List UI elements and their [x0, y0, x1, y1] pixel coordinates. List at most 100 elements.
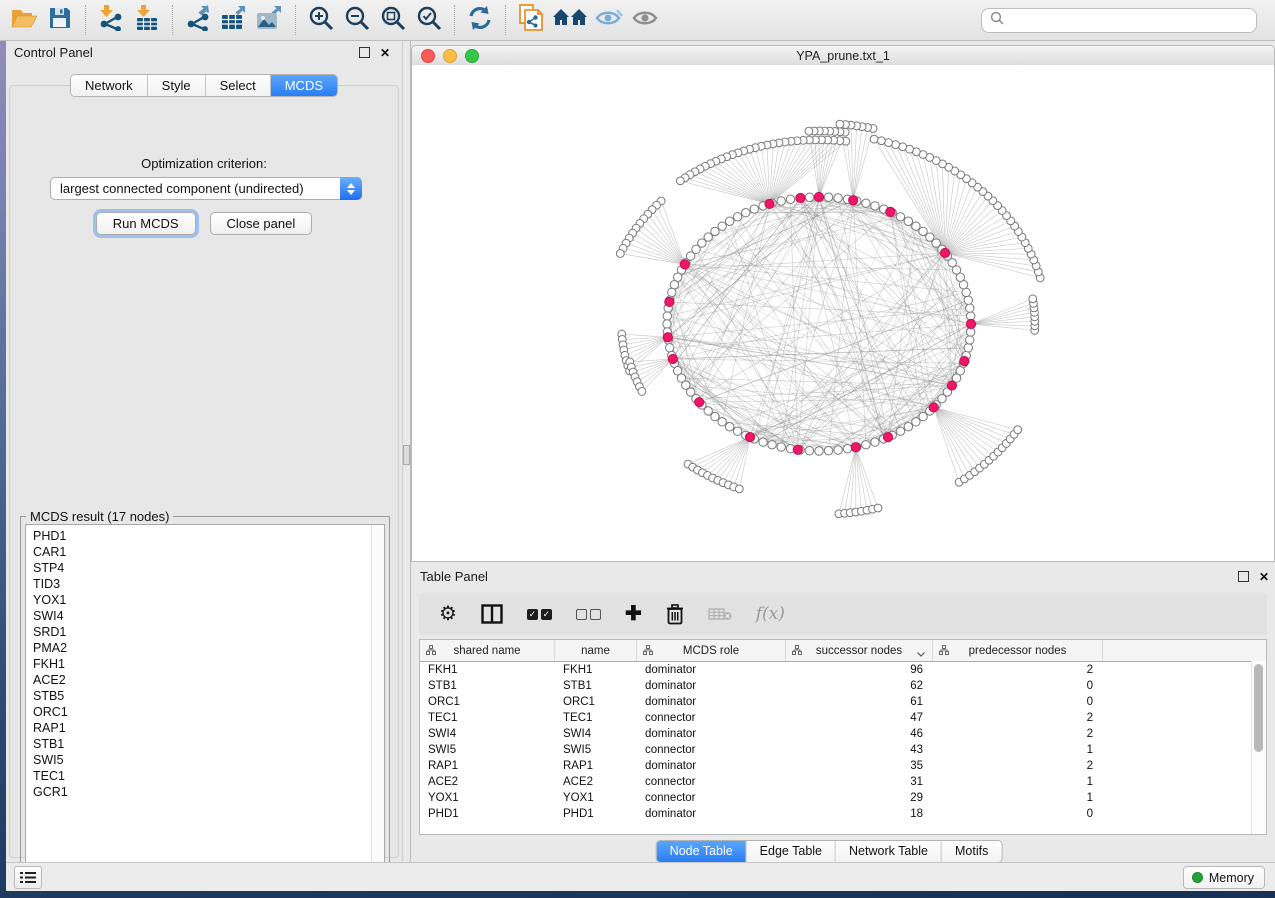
zoom-out-button[interactable] [339, 4, 375, 36]
mcds-node-item[interactable]: TID3 [33, 576, 384, 592]
mcds-result-list[interactable]: PHD1CAR1STP4TID3YOX1SWI4SRD1PMA2FKH1ACE2… [25, 524, 385, 879]
mcds-node-item[interactable]: ACE2 [33, 672, 384, 688]
cell-successor-nodes: 47 [786, 712, 933, 724]
mcds-node-item[interactable]: CAR1 [33, 544, 384, 560]
refresh-button[interactable] [462, 4, 498, 36]
float-table-panel-icon[interactable] [1238, 571, 1249, 582]
table-panel-tabs: Node TableEdge TableNetwork TableMotifs [656, 840, 1003, 863]
mcds-node-item[interactable]: PHD1 [33, 528, 384, 544]
global-search-field[interactable] [981, 8, 1257, 33]
table-row[interactable]: YOX1YOX1connector291 [420, 790, 1266, 806]
column-header-predecessor-nodes[interactable]: predecessor nodes [933, 640, 1103, 661]
tab-mcds[interactable]: MCDS [271, 75, 337, 96]
cell-successor-nodes: 31 [786, 776, 933, 788]
column-header-successor-nodes[interactable]: successor nodes [786, 640, 933, 661]
import-table-button[interactable] [129, 4, 165, 36]
mcds-node-item[interactable]: SWI4 [33, 608, 384, 624]
hide-selected-button[interactable] [591, 4, 627, 36]
task-history-button[interactable] [14, 866, 42, 889]
mcds-node-item[interactable]: FKH1 [33, 656, 384, 672]
table-row[interactable]: SWI5SWI5connector431 [420, 742, 1266, 758]
export-network-button[interactable] [180, 4, 216, 36]
search-input[interactable] [1009, 12, 1256, 28]
mcds-node-item[interactable]: STP4 [33, 560, 384, 576]
table-row[interactable]: ACE2ACE2connector311 [420, 774, 1266, 790]
tab-select[interactable]: Select [206, 75, 271, 96]
deselect-all-columns-button[interactable] [576, 601, 601, 627]
column-header-MCDS-role[interactable]: MCDS role [637, 640, 786, 661]
mcds-node-item[interactable]: SWI5 [33, 752, 384, 768]
table-row[interactable]: RAP1RAP1dominator352 [420, 758, 1266, 774]
column-settings-button[interactable]: ⚙ [439, 601, 457, 627]
import-network-button[interactable] [93, 4, 129, 36]
mcds-node-item[interactable]: STB1 [33, 736, 384, 752]
list-icon [20, 871, 36, 884]
delete-table-button[interactable] [708, 601, 732, 627]
table-scrollbar[interactable] [1251, 661, 1266, 834]
column-header-name[interactable]: name [555, 640, 637, 661]
refresh-icon [467, 6, 493, 35]
tab-style[interactable]: Style [148, 75, 206, 96]
tab-motifs[interactable]: Motifs [942, 841, 1001, 862]
cell-shared-name: SWI4 [420, 728, 555, 740]
run-mcds-button[interactable]: Run MCDS [96, 212, 196, 235]
export-image-button[interactable] [252, 4, 288, 36]
tab-network[interactable]: Network [71, 75, 148, 96]
close-panel-icon[interactable]: ✕ [380, 48, 390, 58]
tab-network-table[interactable]: Network Table [836, 841, 942, 862]
table-row[interactable]: FKH1FKH1dominator962 [420, 662, 1266, 678]
cell-predecessor-nodes: 2 [933, 664, 1103, 676]
duplicate-network-button[interactable] [513, 4, 549, 36]
close-table-panel-icon[interactable]: ✕ [1259, 572, 1269, 582]
vertical-splitter[interactable] [402, 41, 411, 862]
split-view-button[interactable] [481, 601, 503, 627]
mcds-list-scrollbar[interactable] [371, 525, 384, 878]
export-table-button[interactable] [216, 4, 252, 36]
cell-successor-nodes: 35 [786, 760, 933, 772]
mcds-node-item[interactable]: SRD1 [33, 624, 384, 640]
float-panel-icon[interactable] [359, 47, 370, 58]
checked-box-icon: ✓ [541, 609, 552, 620]
table-row[interactable]: PHD1PHD1dominator180 [420, 806, 1266, 822]
tab-edge-table[interactable]: Edge Table [747, 841, 836, 862]
mcds-node-item[interactable]: YOX1 [33, 592, 384, 608]
open-file-button[interactable] [6, 4, 42, 36]
optimization-criterion-dropdown[interactable]: largest connected component (undirected) [50, 177, 362, 200]
function-builder-button[interactable]: f(x) [756, 601, 785, 627]
column-label: shared name [453, 645, 520, 657]
home-layouts-icon[interactable] [549, 4, 591, 36]
zoom-selected-button[interactable] [411, 4, 447, 36]
zoom-fit-button[interactable] [375, 4, 411, 36]
network-window-titlebar[interactable]: YPA_prune.txt_1 [412, 46, 1274, 66]
column-type-icon [643, 645, 653, 658]
table-row[interactable]: TEC1TEC1connector472 [420, 710, 1266, 726]
network-graph[interactable] [412, 65, 1274, 561]
tab-node-table[interactable]: Node Table [657, 841, 747, 862]
network-canvas[interactable] [412, 65, 1274, 561]
add-column-button[interactable]: ✚ [625, 601, 642, 627]
control-panel-tabs: NetworkStyleSelectMCDS [70, 74, 338, 97]
network-window-title: YPA_prune.txt_1 [412, 49, 1274, 63]
mcds-node-item[interactable]: RAP1 [33, 720, 384, 736]
table-row[interactable]: STB1STB1dominator620 [420, 678, 1266, 694]
table-row[interactable]: ORC1ORC1dominator610 [420, 694, 1266, 710]
mcds-node-item[interactable]: TEC1 [33, 768, 384, 784]
close-panel-button[interactable]: Close panel [210, 212, 313, 235]
table-row[interactable]: SWI4SWI4dominator462 [420, 726, 1266, 742]
cell-name: SWI4 [555, 728, 637, 740]
column-header-shared-name[interactable]: shared name [420, 640, 555, 661]
cell-predecessor-nodes: 0 [933, 680, 1103, 692]
mcds-result-groupbox: MCDS result (17 nodes) PHD1CAR1STP4TID3Y… [20, 516, 390, 884]
save-session-button[interactable] [42, 4, 78, 36]
mcds-node-item[interactable]: STB5 [33, 688, 384, 704]
delete-column-button[interactable] [666, 601, 684, 627]
show-all-button[interactable] [627, 4, 663, 36]
scrollbar-thumb[interactable] [1254, 664, 1263, 752]
mcds-node-item[interactable]: GCR1 [33, 784, 384, 800]
mcds-node-item[interactable]: ORC1 [33, 704, 384, 720]
select-all-columns-button[interactable]: ✓✓ [527, 601, 552, 627]
mcds-node-item[interactable]: PMA2 [33, 640, 384, 656]
splitter-grip[interactable] [403, 445, 410, 465]
memory-button[interactable]: Memory [1183, 866, 1265, 889]
zoom-in-button[interactable] [303, 4, 339, 36]
